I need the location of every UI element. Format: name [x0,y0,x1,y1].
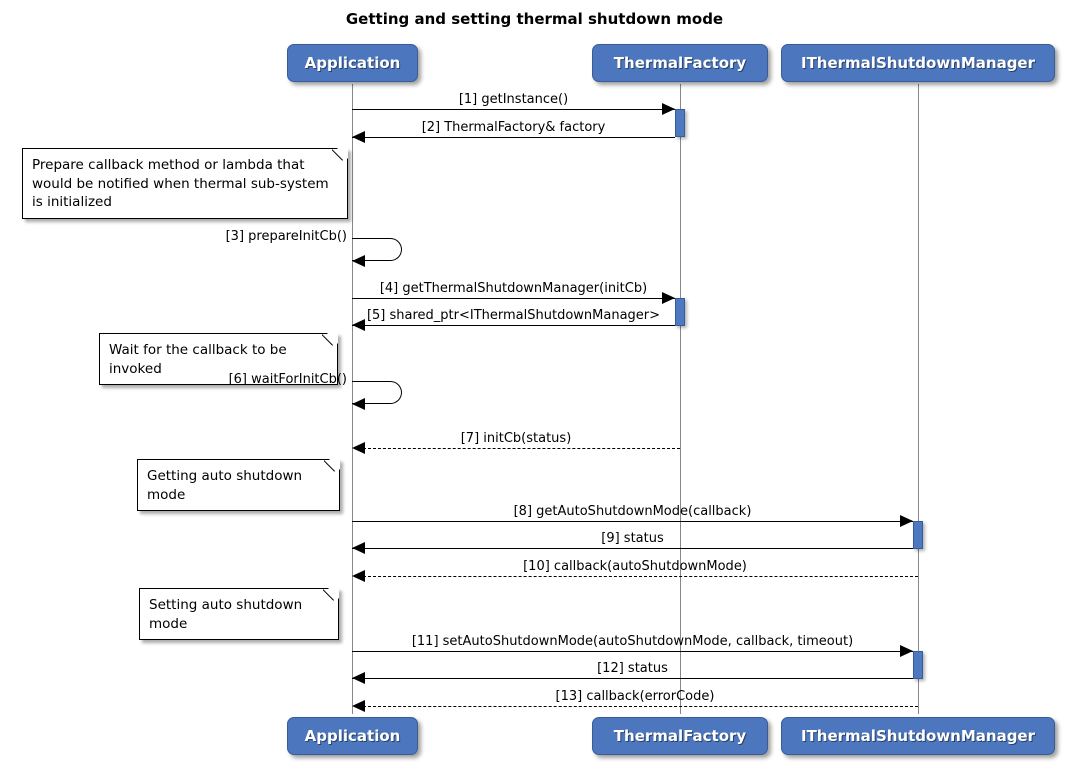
message-13-arrowhead [352,700,365,712]
message-5-arrowhead [352,319,365,331]
note-setting-mode: Setting auto shutdown mode [139,588,339,640]
participant-header-thermal-factory-label: ThermalFactory [613,54,747,72]
message-11-label: [11] setAutoShutdownMode(autoShutdownMod… [411,634,854,649]
message-13-line [363,706,918,707]
lifeline-thermal-factory [680,84,681,714]
participant-footer-application[interactable]: Application [287,717,418,755]
message-1-arrowhead [662,103,675,115]
activation-thermal-factory-1 [675,109,685,137]
note-fold-edge-icon [322,333,338,349]
activation-manager-2 [913,651,923,679]
message-4-arrowhead [662,292,675,304]
participant-header-application[interactable]: Application [287,44,418,82]
message-5-label: [5] shared_ptr<IThermalShutdownManager> [366,308,661,323]
participant-footer-thermal-factory[interactable]: ThermalFactory [592,717,768,755]
note-fold-edge-icon [323,588,339,604]
lifeline-ithermal-shutdown-manager [918,84,919,714]
page-title: Getting and setting thermal shutdown mod… [345,10,724,28]
message-3-arrowhead [352,255,365,267]
participant-footer-thermal-factory-label: ThermalFactory [613,727,747,745]
message-9-label: [9] status [601,531,664,546]
message-6-label: [6] waitForInitCb() [228,372,347,387]
message-7-label: [7] initCb(status) [460,431,572,446]
message-2-line [352,137,675,138]
note-fold-edge-icon [332,148,348,164]
participant-header-thermal-factory[interactable]: ThermalFactory [592,44,768,82]
sequence-diagram: Getting and setting thermal shutdown mod… [0,0,1069,764]
message-8-line [352,521,913,522]
message-12-label: [12] status [597,661,668,676]
message-10-line [363,576,918,577]
message-3-label: [3] prepareInitCb() [225,229,347,244]
note-setting-mode-text: Setting auto shutdown mode [149,597,303,632]
message-9-line [352,548,913,549]
message-6-arrowhead [352,398,365,410]
activation-thermal-factory-2 [675,298,685,326]
message-8-label: [8] getAutoShutdownMode(callback) [513,504,752,519]
message-13-label: [13] callback(errorCode) [555,689,715,704]
message-8-arrowhead [900,515,913,527]
participant-header-application-label: Application [304,54,401,72]
message-7-line [363,448,680,449]
note-getting-mode: Getting auto shutdown mode [137,459,340,511]
activation-manager-1 [913,521,923,549]
participant-footer-application-label: Application [304,727,401,745]
message-2-label: [2] ThermalFactory& factory [421,120,606,135]
message-10-label: [10] callback(autoShutdownMode) [523,559,747,574]
message-10-arrowhead [352,570,365,582]
participant-footer-ithermal-shutdown-manager[interactable]: IThermalShutdownManager [781,717,1055,755]
note-prepare-callback-text: Prepare callback method or lambda that w… [32,157,329,210]
note-fold-edge-icon [324,459,340,475]
message-1-line [352,109,675,110]
message-1-label: [1] getInstance() [458,92,569,107]
message-11-arrowhead [900,645,913,657]
message-4-line [352,298,675,299]
message-5-line [352,325,675,326]
message-12-arrowhead [352,672,365,684]
note-getting-mode-text: Getting auto shutdown mode [147,468,303,503]
message-7-arrowhead [352,442,365,454]
participant-header-ithermal-shutdown-manager-label: IThermalShutdownManager [800,54,1036,72]
message-2-arrowhead [352,131,365,143]
message-12-line [352,678,913,679]
message-4-label: [4] getThermalShutdownManager(initCb) [379,281,648,296]
message-9-arrowhead [352,542,365,554]
participant-footer-ithermal-shutdown-manager-label: IThermalShutdownManager [800,727,1036,745]
note-prepare-callback: Prepare callback method or lambda that w… [22,148,348,219]
participant-header-ithermal-shutdown-manager[interactable]: IThermalShutdownManager [781,44,1055,82]
message-11-line [352,651,913,652]
